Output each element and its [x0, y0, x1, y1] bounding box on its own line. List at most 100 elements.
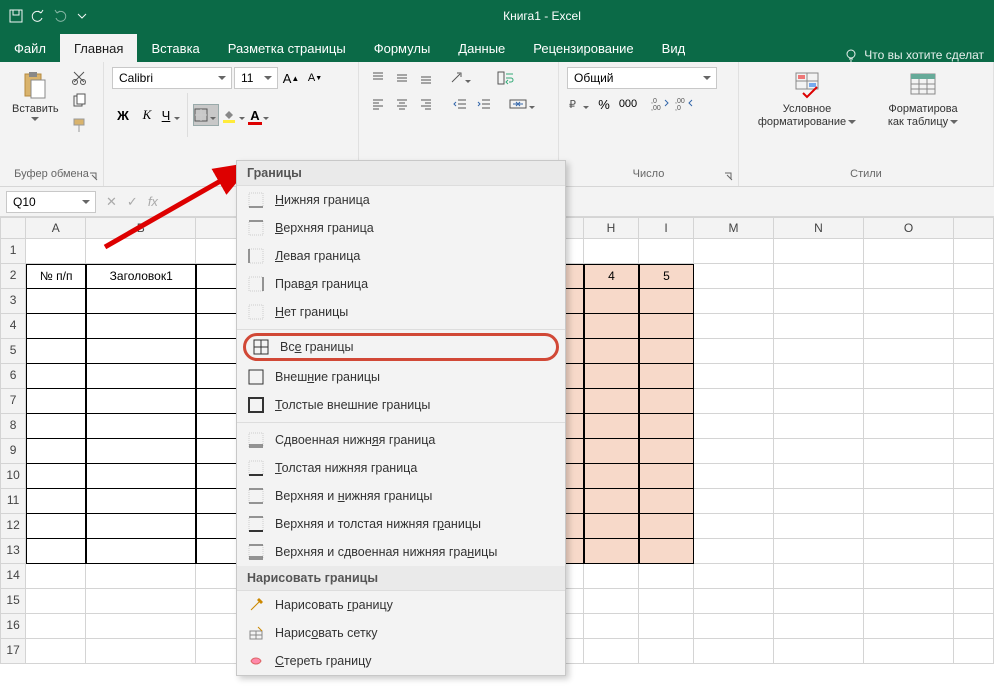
border-option[interactable]: Верхняя и толстая нижняя границы: [237, 510, 565, 538]
wrap-text-icon[interactable]: [495, 67, 517, 89]
cell[interactable]: [86, 464, 196, 489]
redo-icon[interactable]: [52, 8, 68, 24]
cell[interactable]: [954, 464, 994, 489]
indent-increase-icon[interactable]: [473, 93, 495, 115]
cell[interactable]: [86, 339, 196, 364]
cell[interactable]: [954, 364, 994, 389]
cell[interactable]: [774, 314, 864, 339]
row-header[interactable]: 10: [0, 464, 26, 489]
row-header[interactable]: 15: [0, 589, 26, 614]
cell[interactable]: [26, 439, 86, 464]
row-header[interactable]: 6: [0, 364, 26, 389]
cell[interactable]: [774, 364, 864, 389]
cell[interactable]: [584, 614, 639, 639]
cell[interactable]: [26, 589, 86, 614]
cell[interactable]: [774, 564, 864, 589]
cell[interactable]: [864, 314, 954, 339]
bold-button[interactable]: Ж: [112, 104, 134, 126]
align-middle-icon[interactable]: [391, 67, 413, 89]
cell[interactable]: 4: [584, 264, 639, 289]
cell[interactable]: [864, 539, 954, 564]
cell[interactable]: [694, 389, 774, 414]
cell[interactable]: [954, 239, 994, 264]
cell[interactable]: [584, 589, 639, 614]
increase-decimal-icon[interactable]: ,0,00: [649, 93, 671, 115]
cell[interactable]: [584, 239, 639, 264]
format-as-table-button[interactable]: Форматировакак таблицу: [873, 67, 973, 131]
row-header[interactable]: 7: [0, 389, 26, 414]
increase-font-icon[interactable]: A▲: [280, 67, 302, 89]
cell[interactable]: [694, 564, 774, 589]
draw-border-option[interactable]: Стереть границу: [237, 647, 565, 675]
row-header[interactable]: 4: [0, 314, 26, 339]
cell[interactable]: [26, 489, 86, 514]
cell[interactable]: [86, 514, 196, 539]
cell[interactable]: [86, 439, 196, 464]
cell[interactable]: [639, 514, 694, 539]
cell[interactable]: [639, 464, 694, 489]
border-option[interactable]: Все границы: [243, 333, 559, 361]
row-header[interactable]: 17: [0, 639, 26, 664]
cell[interactable]: [639, 614, 694, 639]
cell[interactable]: [954, 339, 994, 364]
undo-icon[interactable]: [30, 8, 46, 24]
row-header[interactable]: 12: [0, 514, 26, 539]
draw-border-option[interactable]: Нарисовать границу: [237, 591, 565, 619]
currency-icon[interactable]: ₽: [567, 93, 591, 115]
cell[interactable]: [584, 289, 639, 314]
align-bottom-icon[interactable]: [415, 67, 437, 89]
cell[interactable]: [954, 314, 994, 339]
comma-icon[interactable]: 000: [617, 93, 639, 115]
tab-review[interactable]: Рецензирование: [519, 34, 647, 62]
tab-view[interactable]: Вид: [648, 34, 700, 62]
align-center-icon[interactable]: [391, 93, 413, 115]
italic-button[interactable]: К: [136, 104, 158, 126]
align-right-icon[interactable]: [415, 93, 437, 115]
cell[interactable]: [86, 539, 196, 564]
cell[interactable]: [954, 589, 994, 614]
border-option[interactable]: Толстая нижняя граница: [237, 454, 565, 482]
row-header[interactable]: 11: [0, 489, 26, 514]
decrease-decimal-icon[interactable]: ,00,0: [673, 93, 695, 115]
cell[interactable]: [26, 564, 86, 589]
cell[interactable]: [639, 289, 694, 314]
orientation-icon[interactable]: [449, 67, 473, 89]
cell[interactable]: [954, 639, 994, 664]
cell[interactable]: [954, 539, 994, 564]
cell[interactable]: [774, 289, 864, 314]
fill-color-button[interactable]: [221, 104, 247, 126]
col-header[interactable]: H: [584, 217, 639, 239]
cell[interactable]: [639, 489, 694, 514]
cell[interactable]: [694, 289, 774, 314]
row-header[interactable]: 9: [0, 439, 26, 464]
cell[interactable]: [86, 639, 196, 664]
decrease-font-icon[interactable]: A▼: [304, 67, 326, 89]
cell[interactable]: [954, 414, 994, 439]
tab-file[interactable]: Файл: [0, 34, 60, 62]
cell[interactable]: [954, 489, 994, 514]
cell[interactable]: [639, 539, 694, 564]
merge-center-icon[interactable]: [509, 93, 537, 115]
cell[interactable]: [694, 589, 774, 614]
cell[interactable]: [26, 464, 86, 489]
cell[interactable]: [86, 389, 196, 414]
border-option[interactable]: Верхняя и нижняя границы: [237, 482, 565, 510]
align-top-icon[interactable]: [367, 67, 389, 89]
cell[interactable]: [694, 339, 774, 364]
cell[interactable]: [954, 514, 994, 539]
select-all-corner[interactable]: [0, 217, 26, 239]
cell[interactable]: [639, 364, 694, 389]
name-box[interactable]: Q10: [6, 191, 96, 213]
cell[interactable]: 5: [639, 264, 694, 289]
cell[interactable]: [864, 389, 954, 414]
cell[interactable]: [584, 339, 639, 364]
cell[interactable]: [694, 639, 774, 664]
cell[interactable]: [954, 564, 994, 589]
underline-button[interactable]: Ч: [160, 104, 182, 126]
cell[interactable]: [584, 539, 639, 564]
dialog-launcher-icon[interactable]: [723, 171, 735, 183]
cell[interactable]: [774, 414, 864, 439]
row-header[interactable]: 5: [0, 339, 26, 364]
cell[interactable]: [864, 364, 954, 389]
font-size-combo[interactable]: 11: [234, 67, 278, 89]
